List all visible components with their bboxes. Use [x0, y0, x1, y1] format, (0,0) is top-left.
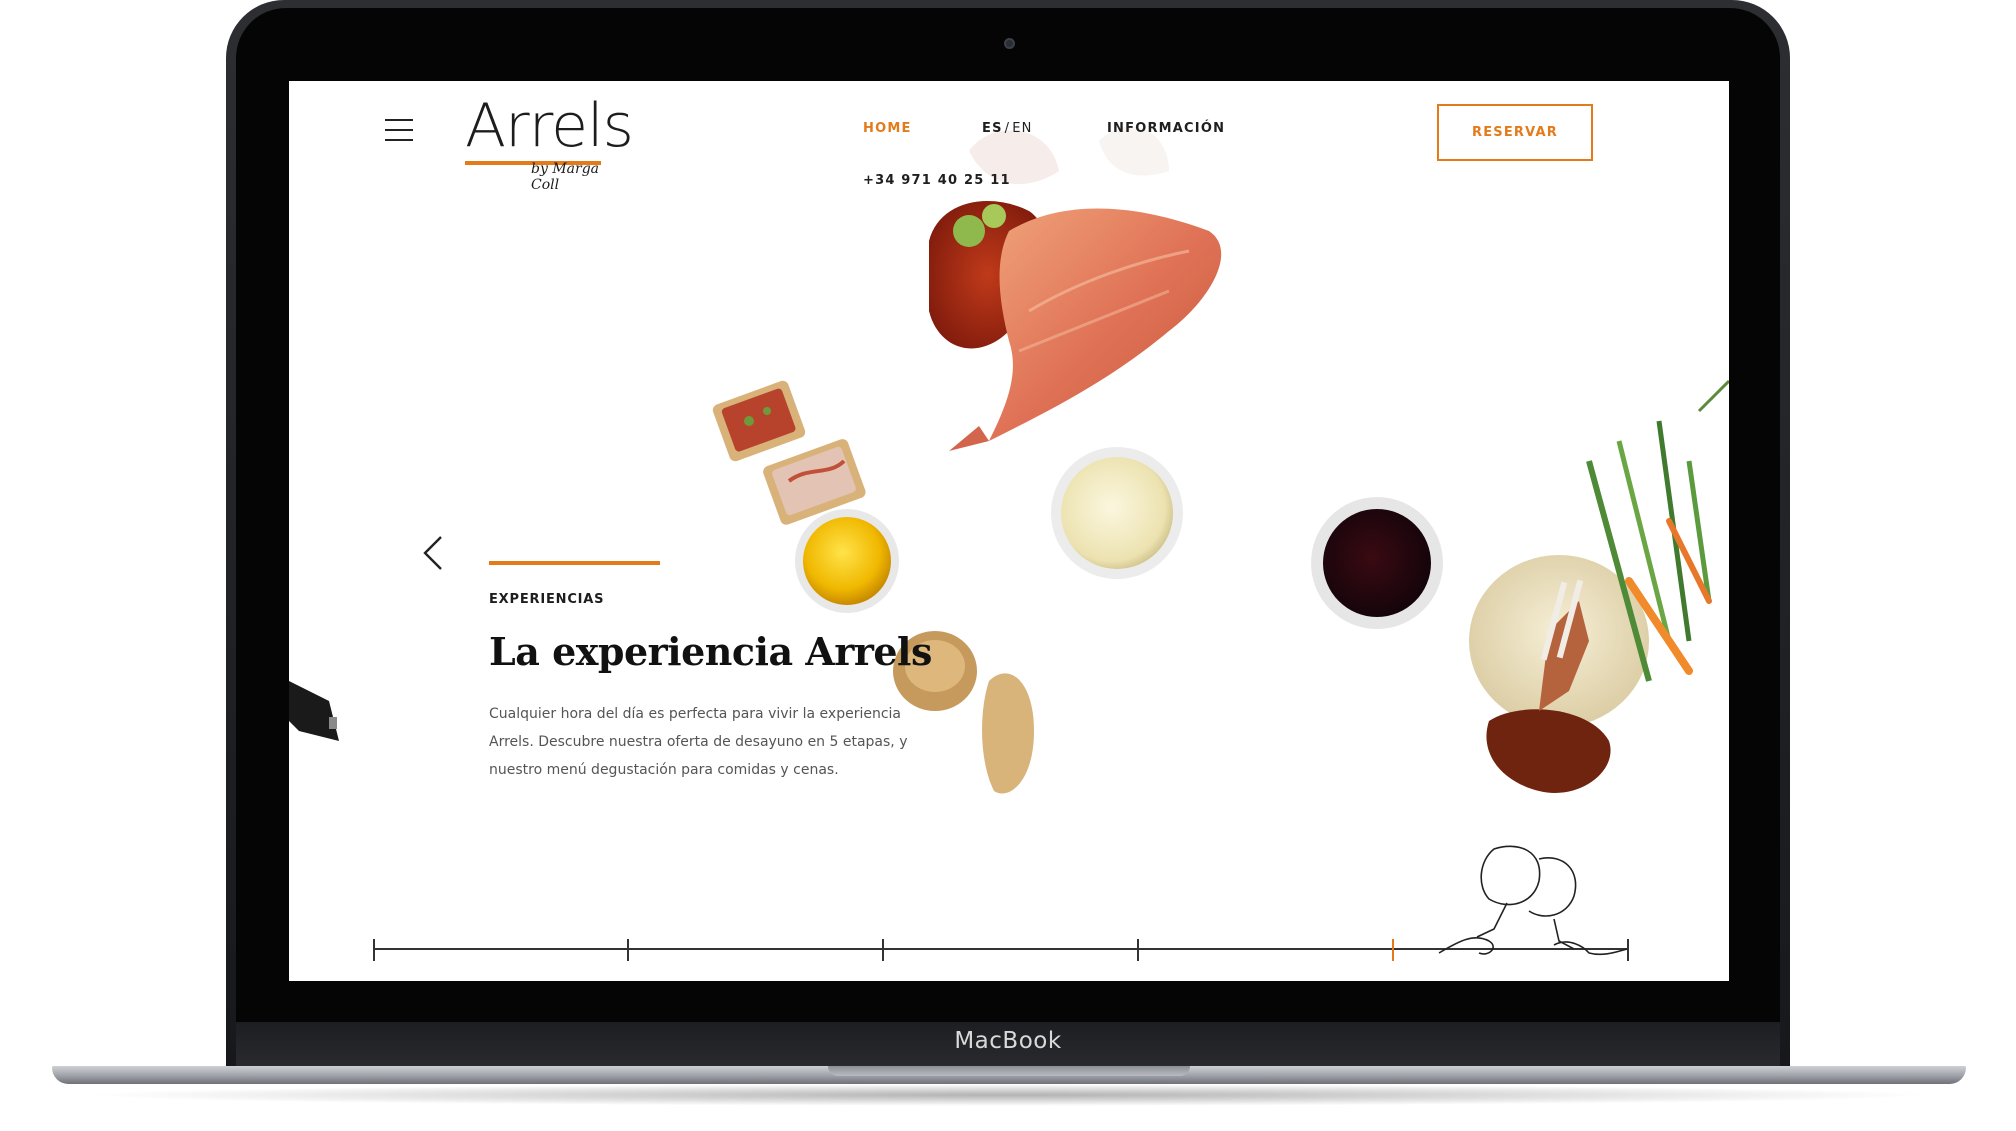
phone-link[interactable]: +34 971 40 25 11 [863, 173, 1011, 188]
wine-glasses-icon [1438, 845, 1628, 956]
logo-tagline: by Marga Coll [531, 161, 600, 193]
language-en[interactable]: EN [1012, 121, 1032, 136]
hero-section: EXPERIENCIAS La experiencia Arrels Cualq… [489, 561, 932, 784]
chevron-left-icon[interactable] [419, 533, 445, 573]
language-switcher: ES / EN [982, 121, 1033, 136]
hero-accent-line [489, 561, 660, 565]
experience-timeline [373, 845, 1629, 961]
device-brand-label: MacBook [954, 1028, 1062, 1054]
hero-description: Cualquier hora del día es perfecta para … [489, 706, 908, 778]
hero-title: La experiencia Arrels [489, 629, 932, 674]
logo-name: Arrels [465, 91, 634, 161]
language-es[interactable]: ES [982, 121, 1003, 136]
menu-icon[interactable] [385, 119, 413, 141]
laptop-notch [828, 1066, 1190, 1076]
language-separator: / [1004, 121, 1011, 136]
nav-home[interactable]: HOME [863, 121, 912, 136]
reserve-button[interactable]: RESERVAR [1437, 104, 1593, 161]
website-screen: Arrels by Marga Coll HOME ES / EN INFORMAC… [289, 81, 1729, 981]
hero-kicker: EXPERIENCIAS [489, 592, 605, 607]
nav-informacion[interactable]: INFORMACIÓN [1107, 121, 1225, 136]
laptop-shadow [80, 1084, 1936, 1106]
camera-icon [1004, 38, 1015, 49]
logo[interactable]: Arrels by Marga Coll [465, 91, 634, 193]
